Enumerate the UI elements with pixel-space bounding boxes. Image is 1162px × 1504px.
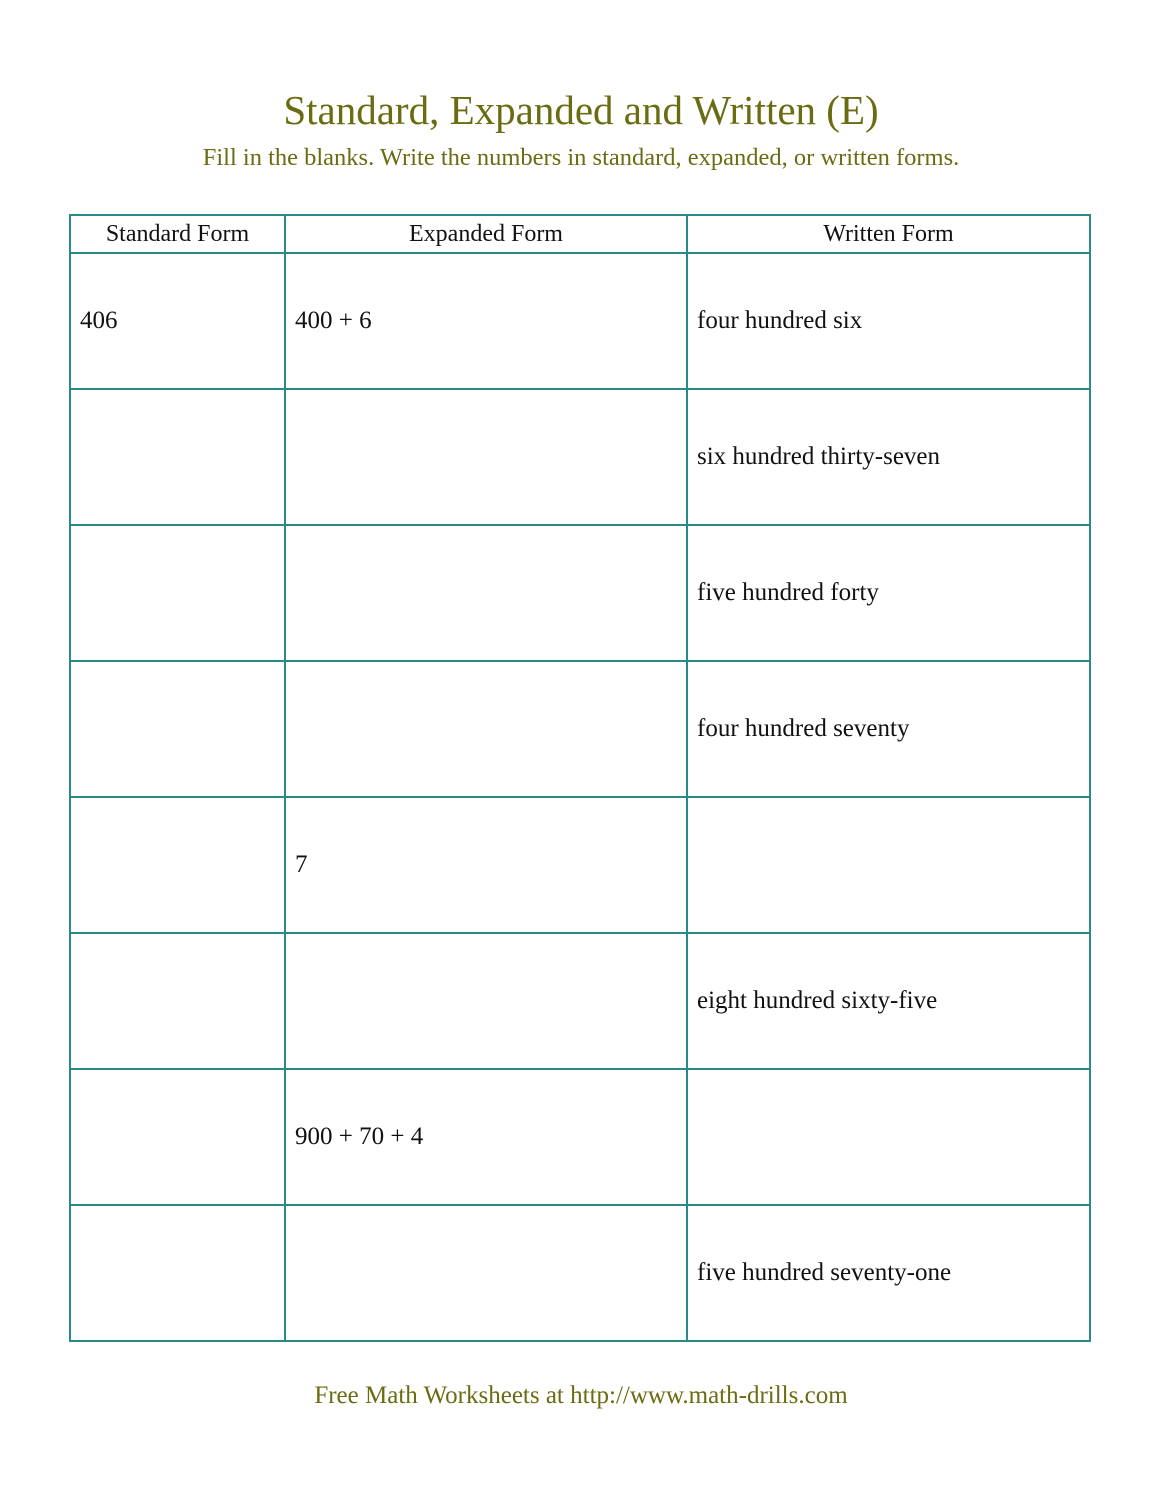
standard-form-cell[interactable] bbox=[69, 524, 286, 662]
expanded-form-cell[interactable] bbox=[284, 388, 688, 526]
table-row: 7 bbox=[69, 796, 1091, 934]
column-header-expanded: Expanded Form bbox=[284, 214, 688, 254]
written-form-cell[interactable] bbox=[686, 1068, 1091, 1206]
expanded-form-cell[interactable]: 900 + 70 + 4 bbox=[284, 1068, 688, 1206]
table-row: 406 400 + 6 four hundred six bbox=[69, 252, 1091, 390]
written-form-cell[interactable]: six hundred thirty-seven bbox=[686, 388, 1091, 526]
standard-form-cell[interactable] bbox=[69, 388, 286, 526]
table-header-row: Standard Form Expanded Form Written Form bbox=[69, 214, 1091, 254]
written-form-cell[interactable]: eight hundred sixty-five bbox=[686, 932, 1091, 1070]
table-row: five hundred forty bbox=[69, 524, 1091, 662]
standard-form-cell[interactable] bbox=[69, 932, 286, 1070]
written-form-cell[interactable]: four hundred six bbox=[686, 252, 1091, 390]
expanded-form-cell[interactable] bbox=[284, 932, 688, 1070]
expanded-form-cell[interactable]: 7 bbox=[284, 796, 688, 934]
written-form-cell[interactable]: five hundred seventy-one bbox=[686, 1204, 1091, 1342]
column-header-standard: Standard Form bbox=[69, 214, 286, 254]
footer-link[interactable]: Free Math Worksheets at http://www.math-… bbox=[0, 1378, 1162, 1414]
expanded-form-cell[interactable] bbox=[284, 524, 688, 662]
written-form-cell[interactable]: four hundred seventy bbox=[686, 660, 1091, 798]
standard-form-cell[interactable] bbox=[69, 1204, 286, 1342]
standard-form-cell[interactable] bbox=[69, 1068, 286, 1206]
standard-form-cell[interactable] bbox=[69, 796, 286, 934]
table-row: four hundred seventy bbox=[69, 660, 1091, 798]
worksheet-title: Standard, Expanded and Written (E) bbox=[283, 87, 879, 133]
expanded-form-cell[interactable]: 400 + 6 bbox=[284, 252, 688, 390]
expanded-form-cell[interactable] bbox=[284, 1204, 688, 1342]
expanded-form-cell[interactable] bbox=[284, 660, 688, 798]
table-row: eight hundred sixty-five bbox=[69, 932, 1091, 1070]
standard-form-cell[interactable]: 406 bbox=[69, 252, 286, 390]
column-header-written: Written Form bbox=[686, 214, 1091, 254]
written-form-cell[interactable]: five hundred forty bbox=[686, 524, 1091, 662]
written-form-cell[interactable] bbox=[686, 796, 1091, 934]
worksheet-instructions: Fill in the blanks. Write the numbers in… bbox=[202, 144, 960, 171]
forms-table: Standard Form Expanded Form Written Form… bbox=[69, 214, 1091, 1342]
table-row: 900 + 70 + 4 bbox=[69, 1068, 1091, 1206]
table-row: six hundred thirty-seven bbox=[69, 388, 1091, 526]
standard-form-cell[interactable] bbox=[69, 660, 286, 798]
table-row: five hundred seventy-one bbox=[69, 1204, 1091, 1342]
